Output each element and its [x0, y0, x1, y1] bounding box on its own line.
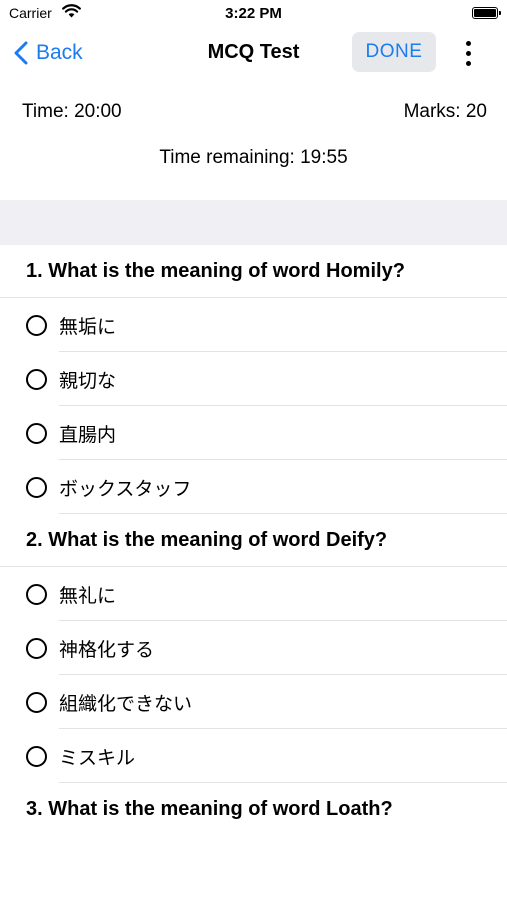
- status-bar: Carrier 3:22 PM: [0, 0, 507, 28]
- more-vertical-icon: [465, 40, 471, 46]
- answer-option[interactable]: 組織化できない: [0, 675, 507, 729]
- radio-unchecked-icon[interactable]: [26, 691, 47, 713]
- question-title: 2. What is the meaning of word Deify?: [0, 514, 507, 567]
- total-time-label: Time: 20:00: [22, 101, 122, 122]
- radio-unchecked-icon[interactable]: [26, 637, 47, 659]
- answer-option[interactable]: 無垢に: [0, 298, 507, 352]
- radio-unchecked-icon[interactable]: [26, 476, 47, 498]
- answer-option[interactable]: 無礼に: [0, 567, 507, 621]
- answer-option[interactable]: 直腸内: [0, 406, 507, 460]
- section-separator: [0, 200, 507, 245]
- option-label: 直腸内: [59, 423, 117, 446]
- time-remaining-label: Time remaining: 19:55: [159, 147, 348, 168]
- radio-unchecked-icon[interactable]: [26, 368, 47, 390]
- answer-option[interactable]: ミスキル: [0, 729, 507, 783]
- option-label: 無垢に: [59, 315, 117, 338]
- status-time: 3:22 PM: [225, 5, 282, 22]
- option-label: ボックスタッフ: [59, 477, 192, 500]
- option-label: 神格化する: [59, 638, 155, 661]
- radio-unchecked-icon[interactable]: [26, 422, 47, 444]
- navigation-bar: Back MCQ Test DONE: [0, 28, 507, 78]
- radio-unchecked-icon[interactable]: [26, 745, 47, 767]
- option-label: 親切な: [59, 369, 117, 392]
- option-label: ミスキル: [59, 746, 136, 769]
- question-title: 1. What is the meaning of word Homily?: [0, 245, 507, 298]
- question-list: 1. What is the meaning of word Homily? 無…: [0, 245, 507, 836]
- radio-unchecked-icon[interactable]: [26, 314, 47, 336]
- option-label: 無礼に: [59, 584, 117, 607]
- radio-unchecked-icon[interactable]: [26, 583, 47, 605]
- question-title: 3. What is the meaning of word Loath?: [26, 798, 393, 820]
- done-button[interactable]: DONE: [352, 32, 436, 72]
- answer-option[interactable]: ボックスタッフ: [0, 460, 507, 514]
- answer-option[interactable]: 親切な: [0, 352, 507, 406]
- battery-icon: [472, 7, 501, 19]
- marks-label: Marks: 20: [403, 101, 487, 122]
- more-options-button[interactable]: [458, 38, 478, 68]
- answer-option[interactable]: 神格化する: [0, 621, 507, 675]
- option-label: 組織化できない: [59, 692, 193, 715]
